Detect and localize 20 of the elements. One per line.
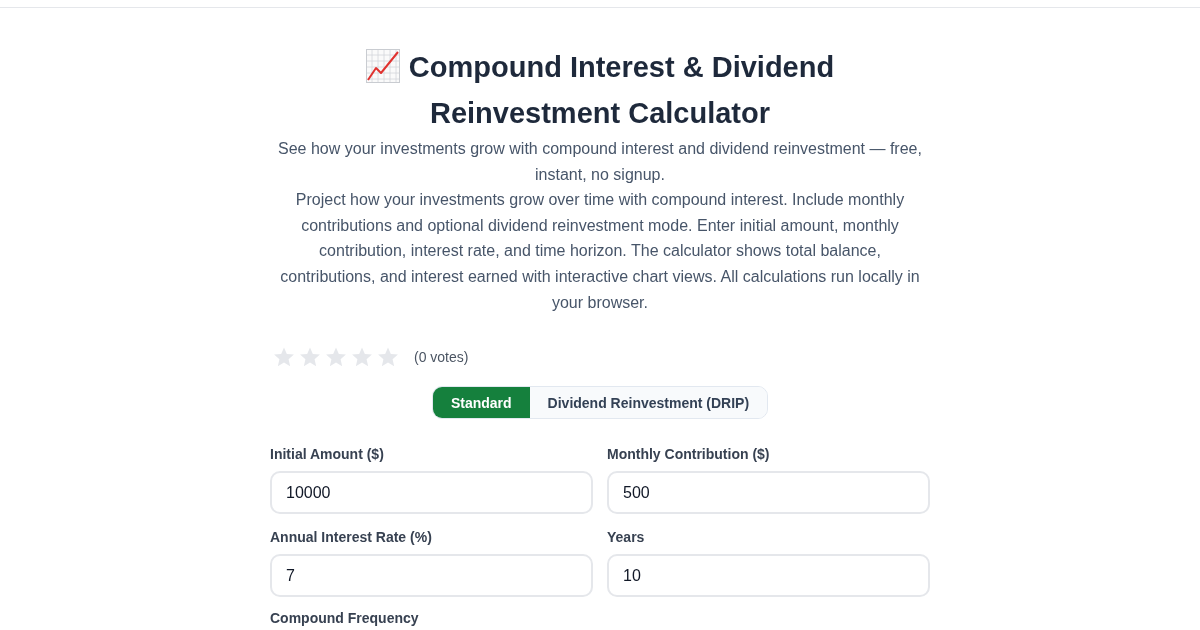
field-label: Monthly Contribution ($) bbox=[607, 446, 770, 464]
vote-count: (0 votes) bbox=[414, 349, 469, 366]
mode-tab[interactable]: Standard bbox=[432, 387, 530, 419]
star-icon[interactable] bbox=[377, 346, 399, 369]
input-field[interactable]: 10 bbox=[607, 554, 930, 598]
field-label: Compound Frequency bbox=[270, 610, 419, 628]
field-label: Initial Amount ($) bbox=[270, 446, 384, 464]
rising-chart-icon bbox=[365, 49, 400, 83]
intro-paragraph: See how your investments grow with compound interest and dividend reinvestment — free, instant, no signup. bbox=[277, 139, 923, 185]
star-icon[interactable] bbox=[299, 346, 321, 369]
page-title: Compound Interest & Dividend Reinvestment Calculator bbox=[408, 51, 835, 129]
field-label: Annual Interest Rate (%) bbox=[270, 529, 432, 547]
field-label: Years bbox=[607, 529, 645, 547]
input-field[interactable]: 7 bbox=[270, 554, 593, 598]
star-icon[interactable] bbox=[273, 346, 295, 369]
input-field[interactable]: 500 bbox=[607, 471, 930, 515]
star-icon[interactable] bbox=[351, 346, 373, 369]
intro-paragraph: Project how your investments grow over time with compound interest. Include monthly contributions and optional dividend reinvestment mode. Enter initial amount, monthly contribution, interest rate, and time horizon. The calculator shows total balance, contributions, and interest earned with interactive chart views. All calculations run locally in your browser. bbox=[279, 190, 921, 313]
star-icon[interactable] bbox=[325, 346, 347, 369]
input-field[interactable]: 10000 bbox=[270, 471, 593, 515]
